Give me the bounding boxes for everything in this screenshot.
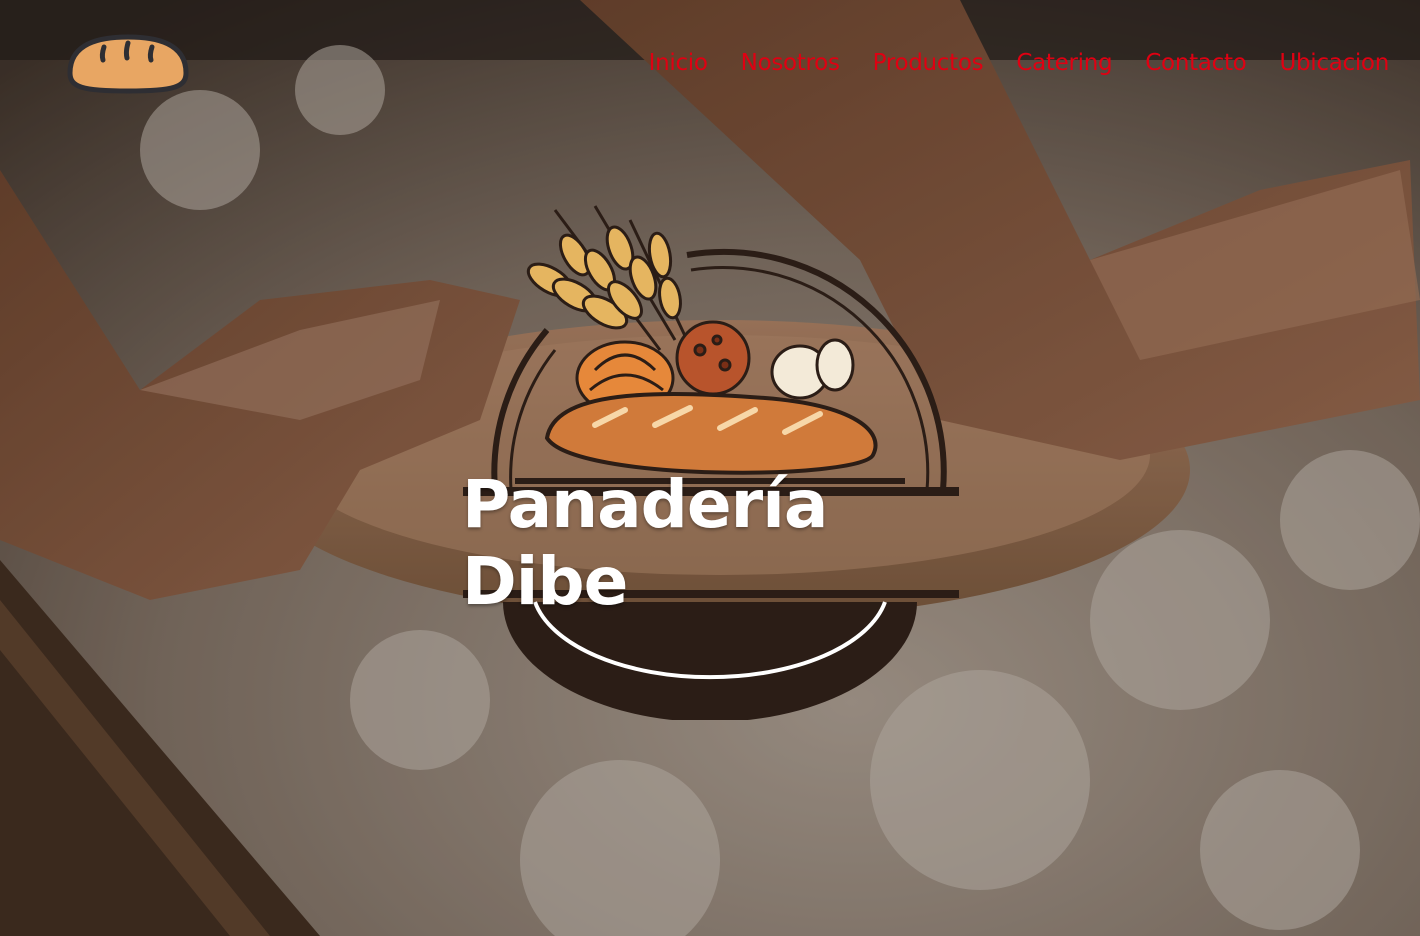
nav-item-nosotros: Nosotros (741, 48, 840, 78)
nav-link-productos[interactable]: Productos (873, 50, 984, 76)
nav-link-contacto[interactable]: Contacto (1145, 50, 1246, 76)
nav-link-nosotros[interactable]: Nosotros (741, 50, 840, 76)
nav-item-contacto: Contacto (1145, 48, 1246, 78)
nav-links: Inicio Nosotros Productos Catering Conta… (649, 48, 1390, 78)
bread-loaf-icon[interactable] (64, 33, 192, 95)
nav-link-inicio[interactable]: Inicio (649, 50, 708, 76)
nav-item-ubicacion: Ubicacion (1279, 48, 1389, 78)
nav-link-catering[interactable]: Catering (1016, 50, 1112, 76)
bakery-emblem-icon (463, 205, 959, 720)
nav-link-ubicacion[interactable]: Ubicacion (1279, 50, 1389, 76)
nav-item-catering: Catering (1016, 48, 1112, 78)
brand-title: Panadería Dibe (462, 466, 828, 620)
nav-item-productos: Productos (873, 48, 984, 78)
nav-item-inicio: Inicio (649, 48, 708, 78)
top-navigation: Inicio Nosotros Productos Catering Conta… (0, 0, 1420, 130)
